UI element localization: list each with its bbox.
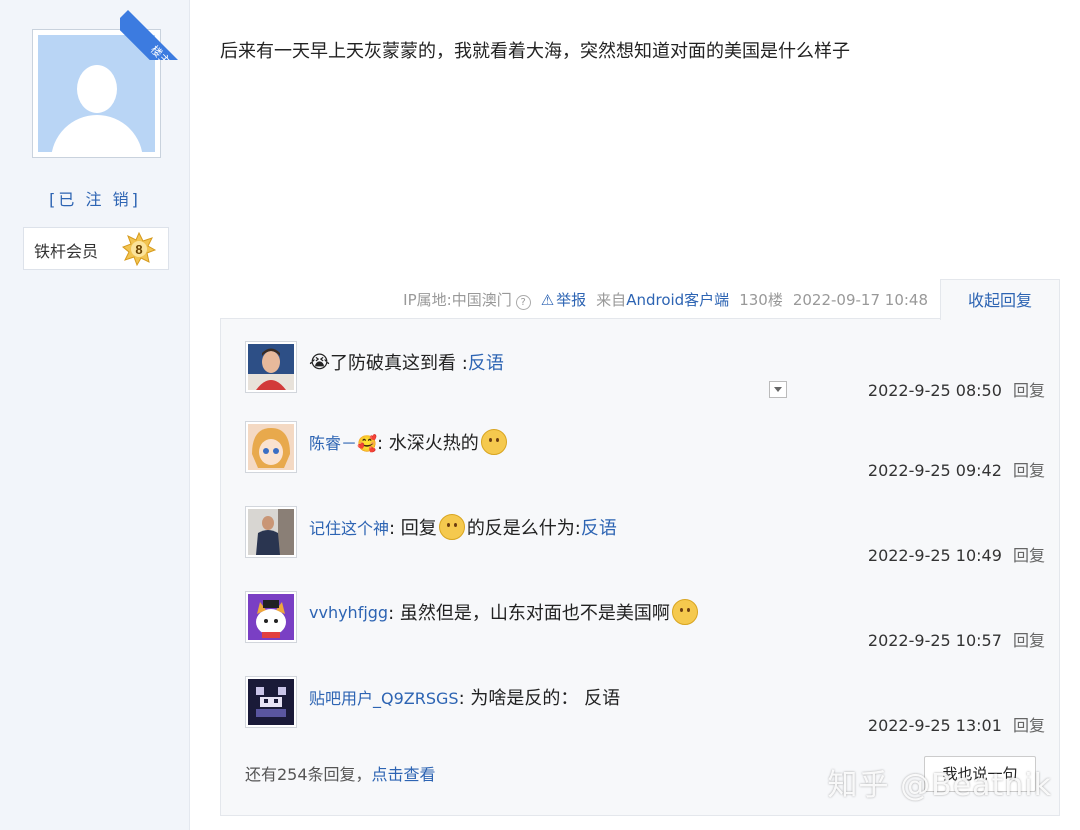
reply-button[interactable]: 回复	[1013, 381, 1045, 400]
level-badge-icon: 8	[122, 232, 156, 266]
reply-list: 😭 了防破真这到看 : 反语 2022-9-25 08:50 回复 陈睿－🥰 :…	[220, 318, 1060, 816]
reply-time: 2022-9-25 10:49	[867, 546, 1002, 565]
post-time: 2022-09-17 10:48	[792, 290, 928, 309]
reply-avatar[interactable]	[245, 591, 297, 643]
reply-meta: 2022-9-25 13:01 回复	[868, 712, 1045, 736]
reply-text: 陈睿－🥰 : 水深火热的	[309, 429, 509, 455]
ip-location: IP属地:中国澳门?	[403, 289, 531, 310]
confused-emoji-icon	[438, 514, 465, 540]
reply-link[interactable]: 反语	[581, 514, 617, 540]
list-item: 记住这个神 : 回复 的反是么什为: 反语 2022-9-25 10:49 回复	[245, 506, 1045, 586]
reply-avatar[interactable]	[245, 676, 297, 728]
reply-button[interactable]: 回复	[1013, 461, 1045, 480]
reply-username[interactable]: 陈睿－🥰	[309, 430, 377, 454]
reply-button[interactable]: 回复	[1013, 631, 1045, 650]
help-icon[interactable]: ?	[515, 295, 531, 310]
list-item: 贴吧用户_Q9ZRSGS : 为啥是反的： 反语 2022-9-25 13:01…	[245, 676, 1045, 756]
member-label: 铁杆会员	[34, 242, 99, 261]
reply-username[interactable]: 贴吧用户_Q9ZRSGS	[309, 685, 459, 709]
post-meta: IP属地:中国澳门? ⚠ 举报 来自Android客户端 130楼 2022-09…	[403, 289, 928, 310]
reply-username[interactable]: vvhyhfjgg	[309, 603, 388, 622]
reply-avatar[interactable]	[245, 421, 297, 473]
reply-time: 2022-9-25 08:50	[867, 381, 1002, 400]
reply-text: 😭 了防破真这到看 : 反语	[309, 349, 504, 375]
reply-avatar[interactable]	[245, 506, 297, 558]
reply-meta: 2022-9-25 10:57 回复	[868, 627, 1045, 651]
reply-button[interactable]: 回复	[1013, 546, 1045, 565]
user-photo-icon	[248, 509, 294, 555]
reply-time: 2022-9-25 09:42	[867, 461, 1002, 480]
report-link[interactable]: ⚠ 举报	[541, 289, 586, 310]
more-replies: 还有254条回复，点击查看	[245, 765, 436, 784]
op-badge-label: 楼主	[147, 43, 173, 60]
smile-emoji-icon	[480, 429, 507, 455]
anime-avatar-icon	[248, 424, 294, 470]
reply-button[interactable]: 回复	[1013, 716, 1045, 735]
view-more-link[interactable]: 点击查看	[372, 765, 436, 784]
awkward-emoji-icon	[671, 599, 698, 625]
post-content: 后来有一天早上天灰蒙蒙的，我就看着大海，突然想知道对面的美国是什么样子	[220, 41, 850, 62]
reply-link[interactable]: 反语	[468, 349, 504, 375]
chevron-down-icon[interactable]	[769, 381, 787, 398]
list-item: vvhyhfjgg : 虽然但是，山东对面也不是美国啊 2022-9-25 10…	[245, 591, 1045, 671]
reply-text: 记住这个神 : 回复 的反是么什为: 反语	[309, 514, 617, 540]
author-username[interactable]: [已 注 销]	[0, 186, 190, 210]
warning-icon: ⚠	[540, 291, 555, 309]
reply-text: 贴吧用户_Q9ZRSGS : 为啥是反的： 反语	[309, 684, 620, 710]
list-item: 陈睿－🥰 : 水深火热的 2022-9-25 09:42 回复	[245, 421, 1045, 501]
reply-meta: 2022-9-25 08:50 回复	[868, 377, 1045, 401]
reply-username[interactable]: 记住这个神	[309, 515, 389, 539]
reply-time: 2022-9-25 13:01	[867, 716, 1002, 735]
op-badge: 楼主	[120, 0, 190, 60]
reply-time: 2022-9-25 10:57	[867, 631, 1002, 650]
floor-number: 130楼	[739, 291, 783, 309]
reply-text: vvhyhfjgg : 虽然但是，山东对面也不是美国啊	[309, 599, 700, 625]
cat-avatar-icon	[248, 594, 294, 640]
pixel-avatar-icon	[248, 679, 294, 725]
list-item: 😭 了防破真这到看 : 反语 2022-9-25 08:50 回复	[245, 341, 1045, 421]
level-number: 8	[135, 242, 142, 257]
member-level-box[interactable]: 铁杆会员 8	[23, 227, 169, 270]
client-link[interactable]: Android客户端	[626, 291, 729, 309]
client-info: 来自Android客户端	[596, 291, 730, 309]
author-sidebar: 楼主 [已 注 销] 铁杆会员 8	[0, 0, 190, 830]
user-photo-icon	[248, 344, 294, 390]
watermark: 知乎 @Beatnik	[827, 768, 1052, 803]
collapse-replies-button[interactable]: 收起回复	[940, 279, 1060, 320]
crying-emoji-icon: 😭	[309, 351, 331, 373]
reply-meta: 2022-9-25 09:42 回复	[868, 457, 1045, 481]
reply-avatar[interactable]	[245, 341, 297, 393]
reply-meta: 2022-9-25 10:49 回复	[868, 542, 1045, 566]
